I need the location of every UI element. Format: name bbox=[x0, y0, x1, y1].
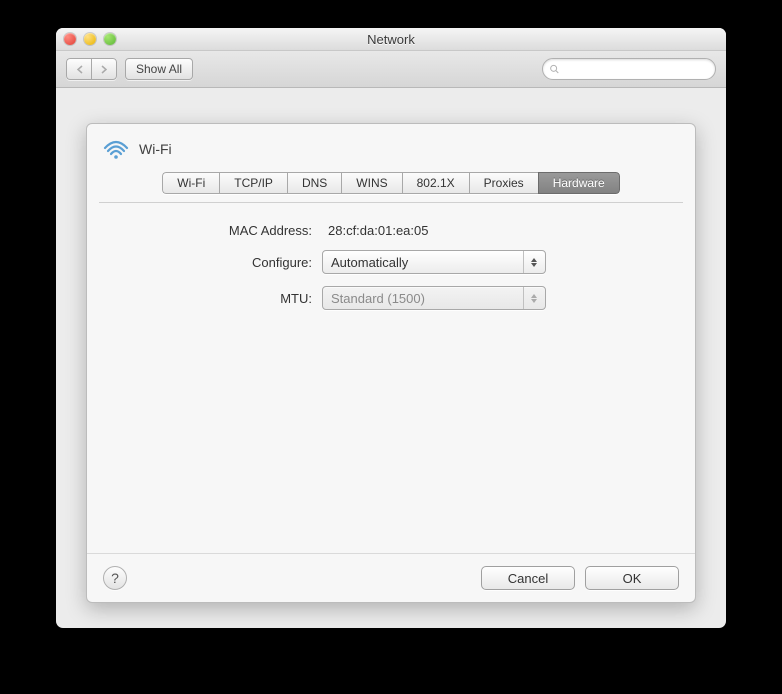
help-icon: ? bbox=[111, 570, 119, 586]
configure-select[interactable]: Automatically bbox=[322, 250, 546, 274]
tab-hardware[interactable]: Hardware bbox=[538, 172, 620, 194]
chevron-right-icon bbox=[101, 65, 108, 74]
tab-8021x[interactable]: 802.1X bbox=[402, 172, 469, 194]
toolbar: Show All bbox=[56, 51, 726, 88]
advanced-sheet: Wi-Fi Wi-Fi TCP/IP DNS WINS 802.1X Proxi… bbox=[86, 123, 696, 603]
select-arrows-icon bbox=[523, 287, 541, 309]
forward-button[interactable] bbox=[91, 58, 117, 80]
select-arrows-icon bbox=[523, 251, 541, 273]
mtu-row: MTU: Standard (1500) bbox=[117, 286, 665, 310]
search-field[interactable] bbox=[542, 58, 716, 80]
ok-button[interactable]: OK bbox=[585, 566, 679, 590]
search-icon bbox=[549, 63, 560, 75]
sheet-header: Wi-Fi bbox=[87, 124, 695, 166]
network-preferences-window: Network Show All Wi-Fi bbox=[56, 28, 726, 628]
mac-label: MAC Address: bbox=[117, 223, 322, 238]
tab-wins[interactable]: WINS bbox=[341, 172, 401, 194]
back-button[interactable] bbox=[66, 58, 91, 80]
nav-buttons bbox=[66, 58, 117, 80]
sheet-title: Wi-Fi bbox=[139, 141, 172, 157]
mac-row: MAC Address: 28:cf:da:01:ea:05 bbox=[117, 223, 665, 238]
titlebar: Network bbox=[56, 28, 726, 51]
tab-wifi[interactable]: Wi-Fi bbox=[162, 172, 219, 194]
search-input[interactable] bbox=[564, 61, 709, 77]
tab-proxies[interactable]: Proxies bbox=[469, 172, 538, 194]
wifi-icon bbox=[103, 138, 129, 160]
mtu-value: Standard (1500) bbox=[331, 291, 523, 306]
tab-dns[interactable]: DNS bbox=[287, 172, 341, 194]
help-button[interactable]: ? bbox=[103, 566, 127, 590]
mtu-select: Standard (1500) bbox=[322, 286, 546, 310]
configure-row: Configure: Automatically bbox=[117, 250, 665, 274]
tab-bar: Wi-Fi TCP/IP DNS WINS 802.1X Proxies Har… bbox=[87, 172, 695, 194]
show-all-label: Show All bbox=[136, 62, 182, 76]
mtu-label: MTU: bbox=[117, 291, 322, 306]
hardware-form: MAC Address: 28:cf:da:01:ea:05 Configure… bbox=[87, 203, 695, 342]
window-title: Network bbox=[56, 32, 726, 47]
chevron-left-icon bbox=[76, 65, 83, 74]
configure-label: Configure: bbox=[117, 255, 322, 270]
show-all-button[interactable]: Show All bbox=[125, 58, 193, 80]
configure-value: Automatically bbox=[331, 255, 523, 270]
cancel-button[interactable]: Cancel bbox=[481, 566, 575, 590]
tab-tcpip[interactable]: TCP/IP bbox=[219, 172, 287, 194]
sheet-footer: ? Cancel OK bbox=[87, 553, 695, 602]
mac-value: 28:cf:da:01:ea:05 bbox=[322, 223, 428, 238]
